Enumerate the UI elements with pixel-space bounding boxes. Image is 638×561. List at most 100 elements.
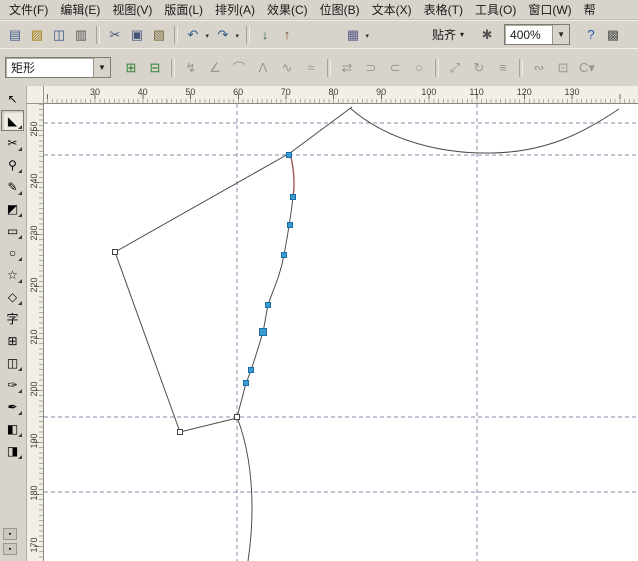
- panel-bottom-line[interactable]: [180, 418, 237, 432]
- cut-icon[interactable]: ✂: [104, 25, 126, 45]
- reverse-direction-icon[interactable]: ⇄: [335, 57, 359, 79]
- menu-item-5[interactable]: 效果(C): [261, 0, 314, 19]
- zoom-level-combo[interactable]: 400%▼: [504, 24, 570, 45]
- chevron-down-icon[interactable]: ▼: [552, 25, 569, 44]
- view-options-icon[interactable]: ✱: [476, 25, 498, 45]
- symmetrical-node-icon-glyph: ≈: [307, 60, 314, 75]
- eyedropper-tool[interactable]: ✑: [1, 374, 24, 395]
- application-launcher-icon[interactable]: ▦▾: [342, 25, 364, 45]
- import-icon[interactable]: ↓: [254, 25, 276, 45]
- fill-tool[interactable]: ◧: [1, 418, 24, 439]
- outline-tool[interactable]: ✒: [1, 396, 24, 417]
- shoulder-line[interactable]: [290, 107, 352, 153]
- pick-tool[interactable]: ↖: [1, 88, 24, 109]
- toolbox-more-icon[interactable]: ▪: [3, 528, 17, 540]
- smooth-node-icon[interactable]: ∿: [275, 57, 299, 79]
- close-curve-icon[interactable]: ○: [407, 57, 431, 79]
- shape-tool-icon: ◣: [8, 114, 17, 128]
- text-tool[interactable]: 字: [1, 308, 24, 329]
- curve-node[interactable]: [113, 250, 118, 255]
- extend-curve-icon[interactable]: ⊃: [359, 57, 383, 79]
- ellipse-tool[interactable]: ○: [1, 242, 24, 263]
- curve-node[interactable]: [178, 430, 183, 435]
- table-tool-icon: ⊞: [7, 334, 17, 348]
- zoom-tool[interactable]: ⚲: [1, 154, 24, 175]
- convert-to-line-icon[interactable]: ∠: [203, 57, 227, 79]
- curve-node[interactable]: [291, 195, 296, 200]
- side-seam-lower-curve[interactable]: [237, 417, 252, 561]
- curve-node[interactable]: [235, 415, 240, 420]
- symmetrical-node-icon[interactable]: ≈: [299, 57, 323, 79]
- redo-icon[interactable]: ↷▾: [212, 25, 234, 45]
- rectangle-tool[interactable]: ▭: [1, 220, 24, 241]
- toolbox-more-icon[interactable]: ▪: [3, 543, 17, 555]
- undo-icon[interactable]: ↶▾: [182, 25, 204, 45]
- panel-side-line[interactable]: [115, 252, 180, 432]
- vruler-number: 200: [29, 375, 39, 403]
- close-curve-icon-glyph: ○: [415, 60, 423, 75]
- rotate-nodes-icon[interactable]: ↻: [467, 57, 491, 79]
- menu-item-11[interactable]: 帮: [578, 0, 602, 19]
- add-node-icon-glyph: ⊞: [126, 60, 137, 76]
- smart-fill-tool[interactable]: ◩: [1, 198, 24, 219]
- menu-item-10[interactable]: 窗口(W): [522, 0, 577, 19]
- curve-node[interactable]: [266, 303, 271, 308]
- stretch-nodes-icon[interactable]: ⤢: [443, 57, 467, 79]
- snap-to-dropdown[interactable]: 贴齐▾: [426, 24, 470, 46]
- interactive-blend-tool[interactable]: ◫: [1, 352, 24, 373]
- window-layout-icon[interactable]: ▩: [602, 25, 624, 45]
- menu-item-2[interactable]: 视图(V): [106, 0, 158, 19]
- interactive-fill-tool[interactable]: ◨: [1, 440, 24, 461]
- open-icon[interactable]: ▨: [26, 25, 48, 45]
- menu-item-1[interactable]: 编辑(E): [54, 0, 106, 19]
- menu-item-7[interactable]: 文本(X): [366, 0, 418, 19]
- menu-item-8[interactable]: 表格(T): [418, 0, 469, 19]
- curve-smoothness-icon[interactable]: C▾: [575, 57, 599, 79]
- menu-item-6[interactable]: 位图(B): [314, 0, 366, 19]
- pattern-drawing[interactable]: [44, 104, 638, 561]
- help-icon[interactable]: ?: [580, 25, 602, 45]
- vertical-ruler[interactable]: 250240230220210200190180170: [27, 104, 44, 561]
- curve-node[interactable]: [287, 153, 292, 158]
- horizontal-ruler[interactable]: 30405060708090100110120130: [44, 86, 638, 104]
- menu-item-0[interactable]: 文件(F): [3, 0, 54, 19]
- ruler-origin[interactable]: [27, 86, 44, 104]
- chevron-down-icon[interactable]: ▼: [93, 58, 110, 77]
- new-document-icon[interactable]: ▤: [4, 25, 26, 45]
- curve-node[interactable]: [249, 368, 254, 373]
- shape-tool[interactable]: ◣: [1, 110, 24, 131]
- align-nodes-icon[interactable]: ≡: [491, 57, 515, 79]
- canvas[interactable]: [44, 104, 638, 561]
- menu-item-3[interactable]: 版面(L): [158, 0, 209, 19]
- menu-item-4[interactable]: 排列(A): [209, 0, 261, 19]
- panel-top-line[interactable]: [115, 153, 290, 252]
- delete-node-icon[interactable]: ⊟: [143, 57, 167, 79]
- neckline-curve[interactable]: [350, 108, 619, 153]
- print-icon[interactable]: ▥: [70, 25, 92, 45]
- curve-node[interactable]: [244, 381, 249, 386]
- armhole-top-segment[interactable]: [290, 153, 294, 197]
- export-icon[interactable]: ↑: [276, 25, 298, 45]
- select-all-nodes-icon[interactable]: ⊡: [551, 57, 575, 79]
- add-node-icon[interactable]: ⊞: [119, 57, 143, 79]
- convert-to-curve-icon[interactable]: ⌒: [227, 57, 251, 79]
- save-icon[interactable]: ◫: [48, 25, 70, 45]
- freehand-tool[interactable]: ✎: [1, 176, 24, 197]
- curve-node[interactable]: [288, 223, 293, 228]
- elastic-mode-icon[interactable]: ∾: [527, 57, 551, 79]
- convert-to-line-icon-glyph: ∠: [209, 60, 221, 76]
- curve-node[interactable]: [282, 253, 287, 258]
- cusp-node-icon[interactable]: Λ: [251, 57, 275, 79]
- copy-icon[interactable]: ▣: [126, 25, 148, 45]
- menu-item-9[interactable]: 工具(O): [469, 0, 522, 19]
- break-curve-icon[interactable]: ↯: [179, 57, 203, 79]
- shape-type-combo[interactable]: 矩形▼: [5, 57, 111, 78]
- crop-tool[interactable]: ✂: [1, 132, 24, 153]
- armhole-curve[interactable]: [237, 153, 294, 417]
- paste-icon[interactable]: ▧: [148, 25, 170, 45]
- table-tool[interactable]: ⊞: [1, 330, 24, 351]
- extract-subpath-icon[interactable]: ⊂: [383, 57, 407, 79]
- curve-node-selected[interactable]: [260, 329, 267, 336]
- basic-shapes-tool[interactable]: ◇: [1, 286, 24, 307]
- polygon-tool[interactable]: ☆: [1, 264, 24, 285]
